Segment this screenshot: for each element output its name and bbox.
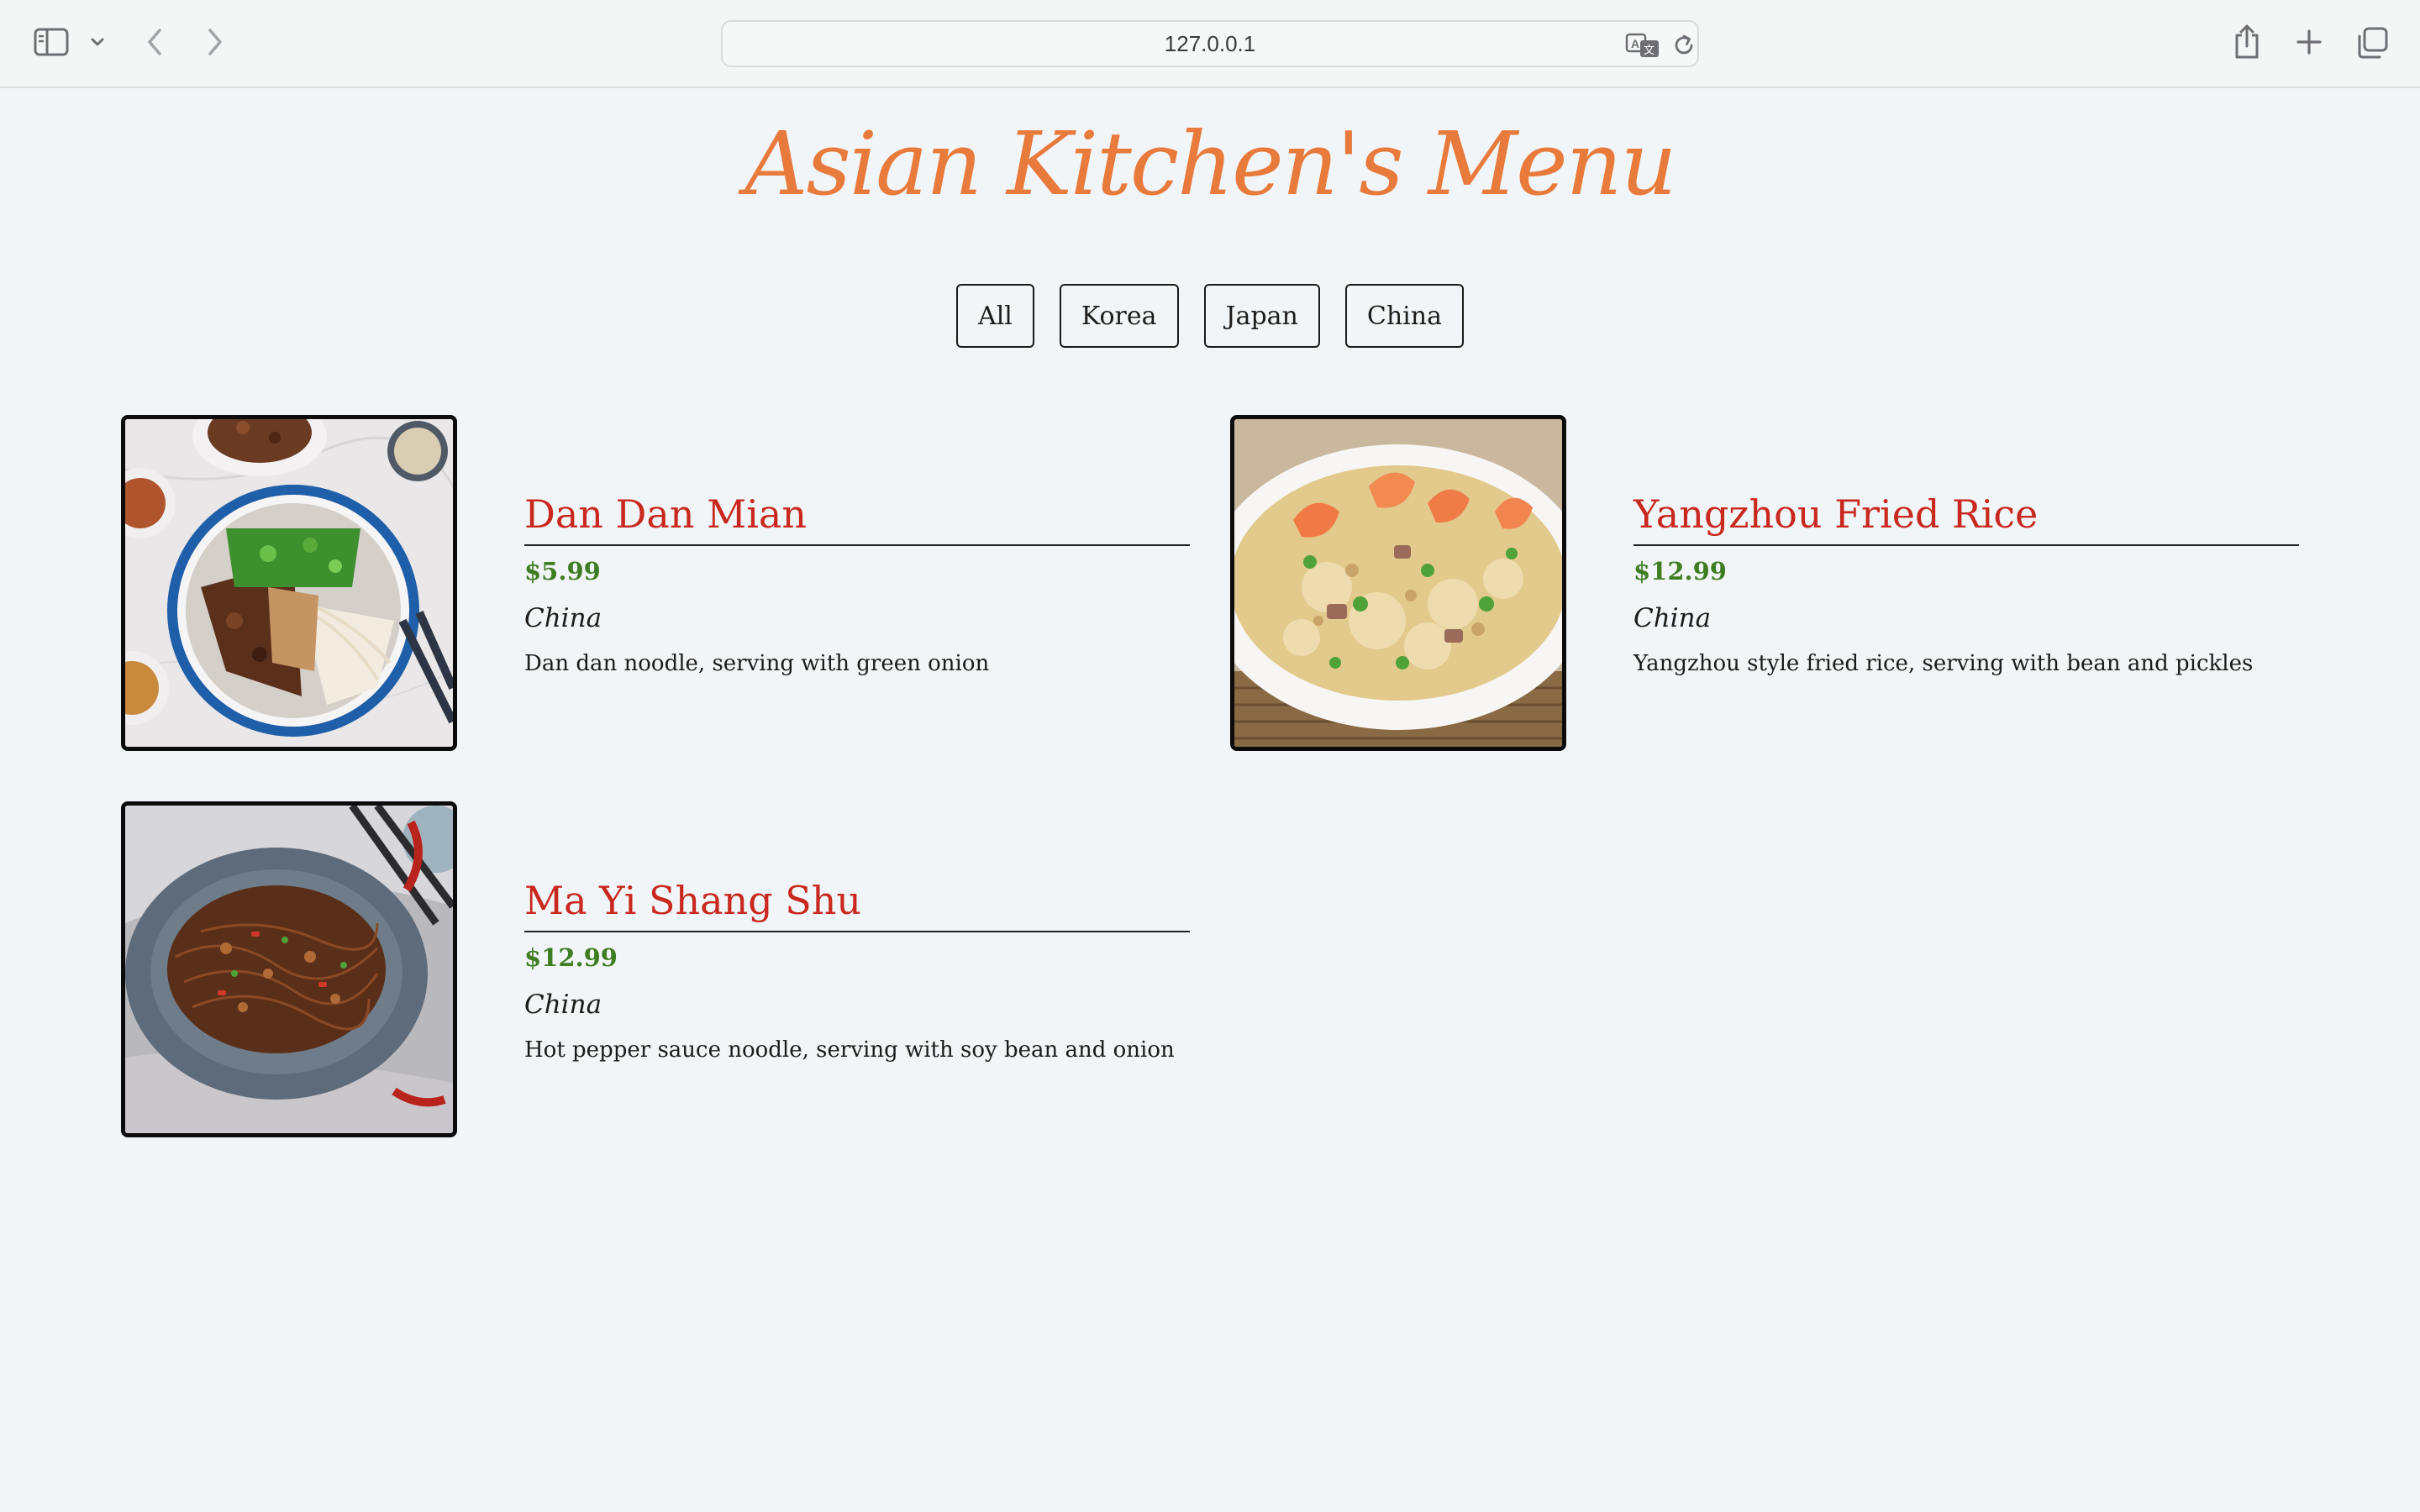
dish-price: $12.99	[1634, 557, 1727, 585]
category-filters: All Korea Japan China	[0, 284, 2420, 348]
sidebar-icon[interactable]	[34, 25, 71, 59]
back-arrow-icon[interactable]	[139, 24, 170, 60]
address-bar[interactable]: 127.0.0.1 A 文	[721, 20, 1699, 67]
menu-item: Ma Yi Shang Shu $12.99 China Hot pepper …	[121, 801, 1264, 1137]
reload-icon[interactable]	[1670, 32, 1697, 59]
dish-name: Ma Yi Shang Shu	[524, 875, 1190, 932]
dish-origin: China	[524, 603, 602, 633]
dish-info: Dan Dan Mian $5.99 China Dan dan noodle,…	[524, 489, 1190, 680]
dish-info: Ma Yi Shang Shu $12.99 China Hot pepper …	[524, 875, 1190, 1067]
dish-description: Dan dan noodle, serving with green onion	[524, 651, 990, 676]
plus-icon[interactable]	[2291, 24, 2328, 60]
translate-icon[interactable]: A 文	[1625, 32, 1662, 59]
dish-description: Yangzhou style fried rice, serving with …	[1634, 651, 2254, 676]
dish-price: $5.99	[524, 557, 601, 585]
dish-name: Yangzhou Fried Rice	[1634, 489, 2299, 546]
dish-price: $12.99	[524, 943, 618, 972]
dish-photo	[1230, 415, 1566, 751]
tabs-overview-icon[interactable]	[2353, 24, 2391, 62]
browser-toolbar: 127.0.0.1 A 文	[0, 0, 2420, 88]
filter-china-button[interactable]: China	[1344, 284, 1464, 348]
dish-photo	[121, 415, 457, 751]
share-icon[interactable]	[2228, 22, 2265, 62]
filter-korea-button[interactable]: Korea	[1059, 284, 1179, 348]
filter-all-button[interactable]: All	[956, 284, 1034, 348]
menu-item: Yangzhou Fried Rice $12.99 China Yangzho…	[1230, 415, 2373, 751]
dish-description: Hot pepper sauce noodle, serving with so…	[524, 1037, 1175, 1063]
page-title: Asian Kitchen's Menu	[744, 113, 1676, 215]
chevron-down-icon[interactable]	[87, 30, 108, 54]
dish-name: Dan Dan Mian	[524, 489, 1190, 546]
dish-origin: China	[524, 990, 602, 1020]
svg-text:A: A	[1631, 37, 1639, 50]
forward-arrow-icon[interactable]	[200, 24, 230, 60]
url-text[interactable]: 127.0.0.1	[723, 22, 1697, 66]
filter-japan-button[interactable]: Japan	[1203, 284, 1320, 348]
svg-text:文: 文	[1644, 45, 1655, 57]
menu-item: Dan Dan Mian $5.99 China Dan dan noodle,…	[121, 415, 1264, 751]
dish-photo	[121, 801, 457, 1137]
dish-info: Yangzhou Fried Rice $12.99 China Yangzho…	[1634, 489, 2299, 680]
dish-origin: China	[1634, 603, 1712, 633]
